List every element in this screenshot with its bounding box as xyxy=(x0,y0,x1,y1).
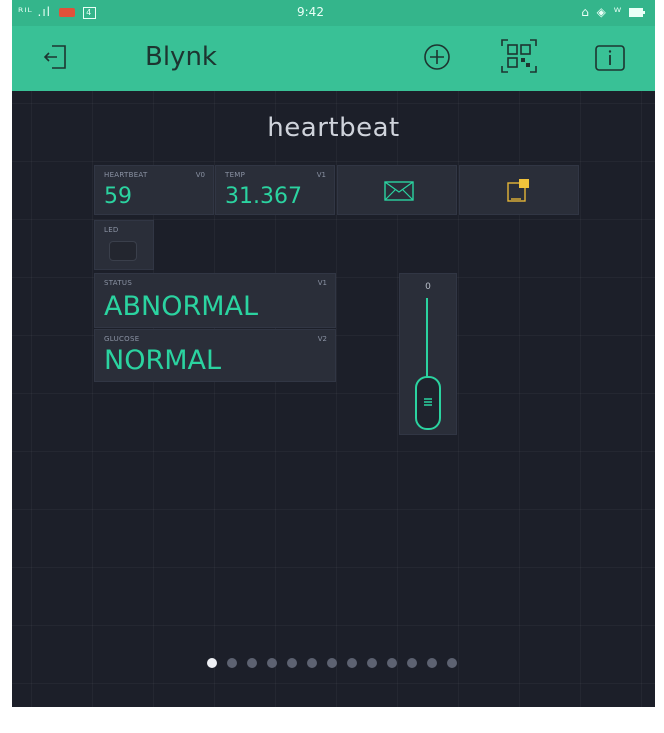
glucose-label: GLUCOSE xyxy=(104,335,140,343)
page-dot[interactable] xyxy=(387,658,397,668)
page-dot[interactable] xyxy=(207,658,217,668)
page-dot[interactable] xyxy=(447,658,457,668)
page-dot[interactable] xyxy=(347,658,357,668)
temp-value: 31.367 xyxy=(225,184,302,209)
status-icons: ⌂ ◈ ᵂ xyxy=(581,5,645,19)
status-value: ABNORMAL xyxy=(104,291,259,322)
signal-text: ᴿᴵᴸ .ıl xyxy=(18,5,51,19)
status-widget[interactable]: STATUS V1 ABNORMAL xyxy=(94,273,336,328)
notification-badge: 4 xyxy=(82,6,96,19)
phone-screen: ᴿᴵᴸ .ıl 4 9:42 ⌂ ◈ ᵂ Blynk heartbeat HEA… xyxy=(12,0,655,707)
slider-value: 0 xyxy=(425,282,431,292)
vertical-slider-widget[interactable]: 0 xyxy=(399,273,457,435)
heartbeat-widget[interactable]: HEARTBEAT V0 59 xyxy=(94,165,214,215)
page-dot[interactable] xyxy=(287,658,297,668)
heartbeat-pin: V0 xyxy=(195,171,205,179)
temp-pin: V1 xyxy=(316,171,326,179)
page-dot[interactable] xyxy=(407,658,417,668)
temp-widget[interactable]: TEMP V1 31.367 xyxy=(215,165,335,215)
page-dot[interactable] xyxy=(227,658,237,668)
led-label: LED xyxy=(104,226,119,234)
page-dot[interactable] xyxy=(367,658,377,668)
app-title: Blynk xyxy=(145,42,217,72)
page-dot[interactable] xyxy=(307,658,317,668)
battery-icon xyxy=(629,8,645,17)
temp-label: TEMP xyxy=(225,171,246,179)
status-label: STATUS xyxy=(104,279,133,287)
heartbeat-value: 59 xyxy=(104,184,132,209)
page-dot[interactable] xyxy=(267,658,277,668)
status-bar: ᴿᴵᴸ .ıl 4 9:42 ⌂ ◈ ᵂ xyxy=(12,0,655,26)
email-widget[interactable] xyxy=(337,165,457,215)
logout-icon[interactable] xyxy=(42,44,68,70)
project-title: heartbeat xyxy=(267,113,400,143)
qr-code-icon[interactable] xyxy=(500,38,538,74)
page-dot[interactable] xyxy=(327,658,337,668)
status-pin: V1 xyxy=(317,279,327,287)
battery-warning-icon xyxy=(58,8,75,17)
info-icon[interactable] xyxy=(594,43,626,73)
glucose-pin: V2 xyxy=(317,335,327,343)
add-icon[interactable] xyxy=(422,42,452,72)
notification-icon xyxy=(507,179,529,202)
status-icons-text: ⌂ ◈ ᵂ xyxy=(581,5,624,19)
glucose-widget[interactable]: GLUCOSE V2 NORMAL xyxy=(94,329,336,382)
app-bar: Blynk xyxy=(12,26,655,91)
notification-widget[interactable] xyxy=(459,165,579,215)
led-indicator xyxy=(109,241,137,261)
page-dot[interactable] xyxy=(427,658,437,668)
led-widget[interactable]: LED xyxy=(94,220,154,270)
mail-icon xyxy=(384,181,414,201)
glucose-value: NORMAL xyxy=(104,345,222,376)
clock: 9:42 xyxy=(297,5,324,19)
page-dot[interactable] xyxy=(247,658,257,668)
signal-indicator: ᴿᴵᴸ .ıl 4 xyxy=(18,5,96,19)
heartbeat-label: HEARTBEAT xyxy=(104,171,148,179)
grip-icon xyxy=(424,398,432,406)
slider-handle[interactable] xyxy=(415,376,441,430)
